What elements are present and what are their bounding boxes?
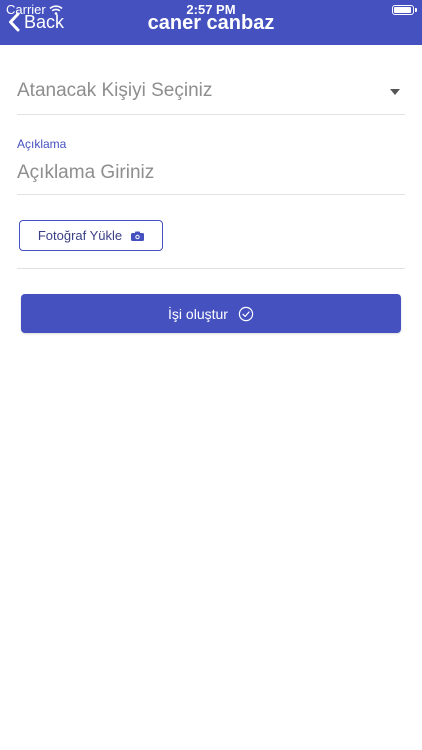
page-title: caner canbaz	[147, 12, 275, 34]
description-field: Açıklama	[17, 132, 405, 195]
description-input[interactable]	[17, 162, 405, 184]
create-task-label: İşi oluştur	[168, 305, 228, 322]
upload-photo-label: Fotoğraf Yükle	[37, 228, 123, 243]
photo-row: Fotoğraf Yükle	[17, 220, 405, 269]
create-task-button[interactable]: İşi oluştur	[21, 294, 401, 333]
assignee-placeholder: Atanacak Kişiyi Seçiniz	[17, 80, 213, 101]
caret-down-icon	[390, 89, 400, 95]
nav-header: Carrier 2:57 PM Back caner canbaz	[0, 0, 422, 45]
assignee-picker[interactable]: Atanacak Kişiyi Seçiniz	[17, 70, 405, 115]
check-circle-icon	[238, 306, 254, 321]
camera-icon	[131, 231, 145, 241]
upload-photo-button[interactable]: Fotoğraf Yükle	[19, 220, 163, 251]
description-label: Açıklama	[17, 137, 67, 151]
